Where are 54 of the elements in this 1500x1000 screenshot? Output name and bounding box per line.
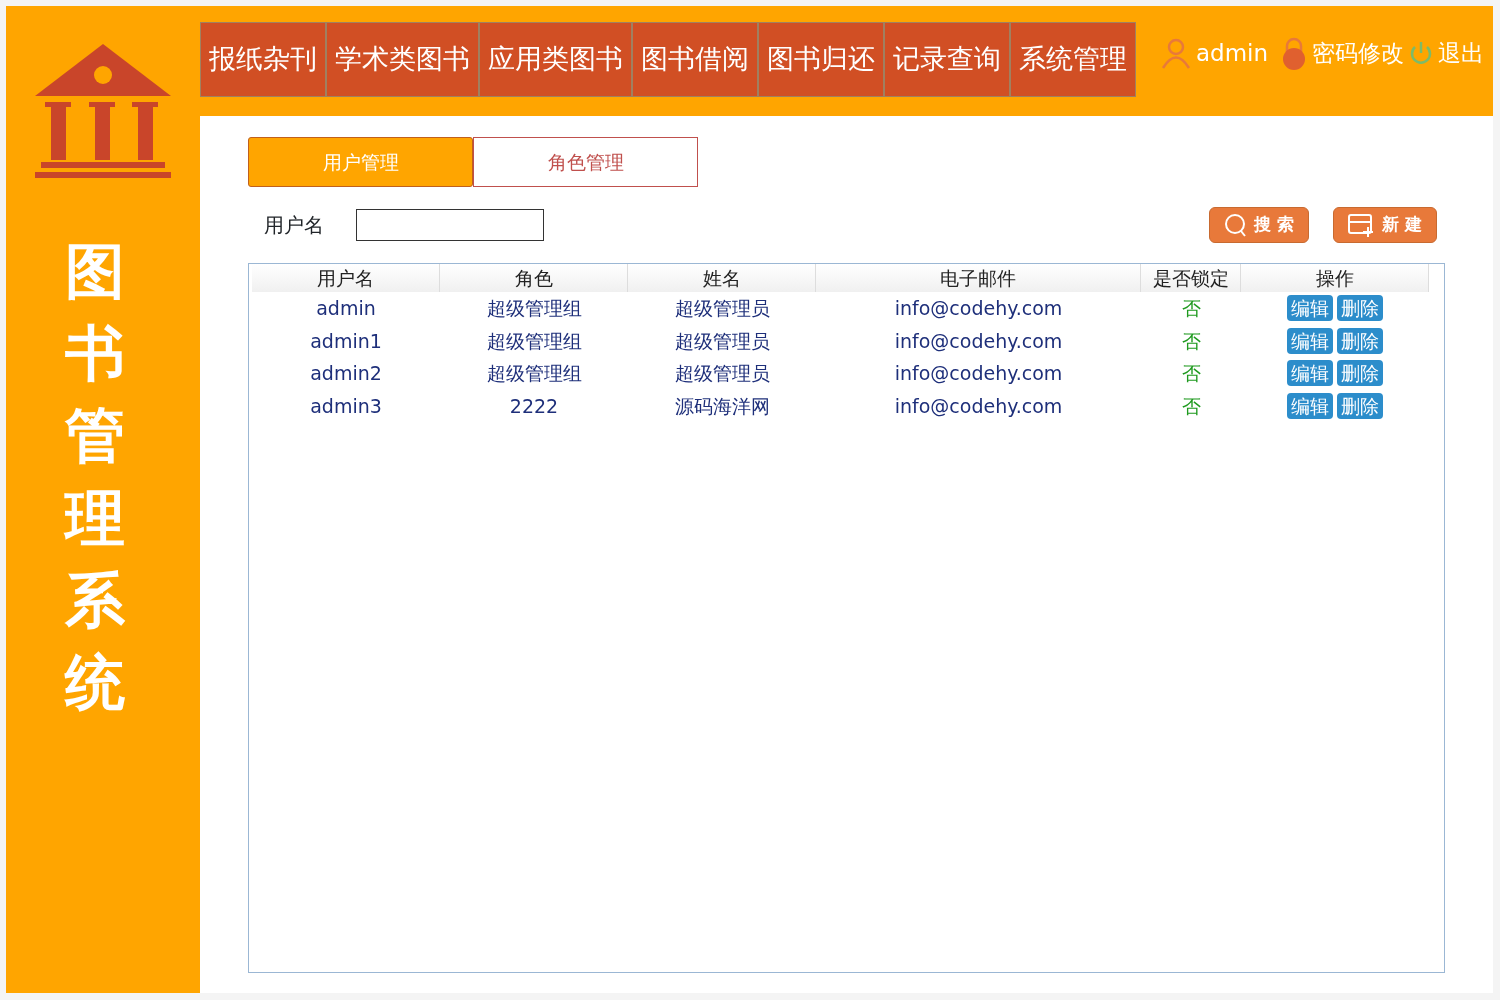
table-cell-text: 2222 — [508, 393, 560, 419]
delete-button[interactable]: 删除 — [1337, 327, 1383, 354]
table-cell-text: 否 — [1180, 328, 1202, 354]
table-cell-text: 否 — [1180, 296, 1202, 321]
table-cell-text: admin3 — [309, 393, 383, 419]
table-cell-text: info@codehy.com — [893, 361, 1064, 386]
menu-tab[interactable]: 应用类图书 — [479, 22, 632, 97]
menu-tab[interactable]: 系统管理 — [1010, 22, 1136, 97]
tab[interactable]: 角色管理 — [473, 137, 698, 187]
table-cell-text: admin — [315, 296, 377, 321]
table-cell-text: 超级管理员 — [673, 361, 771, 386]
app-title: 图书管理系统 — [65, 235, 125, 719]
column-header: 角色 — [440, 264, 628, 292]
tab[interactable]: 用户管理 — [248, 137, 473, 187]
table-cell-text: 超级管理组 — [485, 361, 583, 386]
search-field[interactable] — [356, 209, 544, 241]
table-cell-text: 超级管理组 — [485, 328, 583, 354]
column-header: 操作 — [1241, 264, 1429, 292]
menu-tab[interactable]: 学术类图书 — [326, 22, 479, 97]
column-header: 用户名 — [252, 264, 440, 292]
menu-tab[interactable]: 报纸杂刊 — [200, 22, 326, 97]
edit-button[interactable]: 编辑 — [1287, 392, 1333, 419]
table-cell-text: info@codehy.com — [893, 393, 1064, 419]
user-icon — [1160, 37, 1192, 70]
search-icon — [1224, 213, 1249, 237]
edit-button[interactable]: 编辑 — [1287, 360, 1333, 387]
table-cell-text: 超级管理员 — [673, 328, 771, 354]
table-cell-text: 否 — [1180, 361, 1202, 386]
menu-tab[interactable]: 图书借阅 — [632, 22, 758, 97]
table-cell-text: info@codehy.com — [893, 296, 1064, 321]
table-cell-text: 超级管理员 — [673, 296, 771, 321]
new-button[interactable]: 新 建 — [1333, 207, 1437, 243]
edit-button[interactable]: 编辑 — [1287, 327, 1333, 354]
table-cell-text: 超级管理组 — [485, 296, 583, 321]
building-logo-icon — [35, 44, 171, 180]
search-button[interactable]: 搜 索 — [1209, 207, 1310, 243]
column-header: 姓名 — [628, 264, 816, 292]
menu-tab[interactable]: 记录查询 — [884, 22, 1010, 97]
menu-tab[interactable]: 图书归还 — [758, 22, 884, 97]
search-label: 用户名 — [264, 212, 324, 239]
column-header: 是否锁定 — [1141, 264, 1241, 292]
username: admin — [1196, 39, 1269, 68]
logout-link[interactable]: 退出 — [1438, 36, 1485, 71]
delete-button[interactable]: 删除 — [1337, 360, 1383, 387]
table-cell-text: 否 — [1180, 393, 1202, 419]
table-cell-text: 源码海洋网 — [673, 393, 771, 419]
table-cell-text: admin2 — [309, 361, 383, 386]
table-cell-text: admin1 — [309, 328, 383, 354]
delete-button[interactable]: 删除 — [1337, 392, 1383, 419]
column-header: 电子邮件 — [816, 264, 1141, 292]
change-password-link[interactable]: 密码修改 — [1312, 36, 1405, 71]
table-cell-text: info@codehy.com — [893, 328, 1064, 354]
edit-button[interactable]: 编辑 — [1287, 295, 1333, 322]
delete-button[interactable]: 删除 — [1337, 295, 1383, 322]
